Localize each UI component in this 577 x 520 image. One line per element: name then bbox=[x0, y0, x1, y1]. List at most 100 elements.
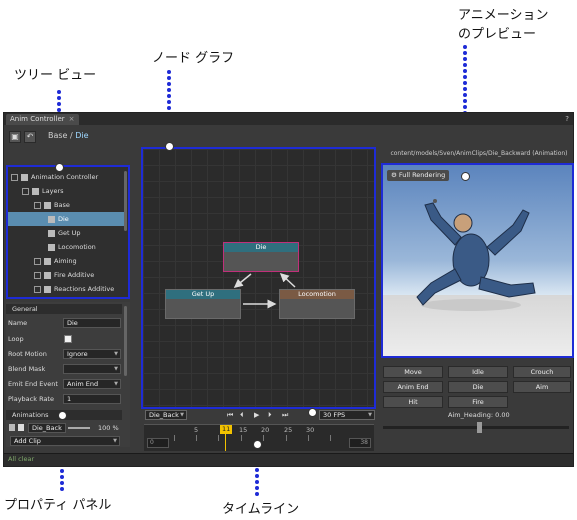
emit-end-value: Anim End bbox=[67, 380, 99, 388]
expand-icon[interactable] bbox=[34, 271, 41, 279]
tree-item-fire-additive[interactable]: Fire Additive bbox=[34, 268, 94, 282]
leader-dot bbox=[463, 99, 467, 103]
anim-controller-window: Anim Controller × ? ▣ ↶ Base / Die Animat… bbox=[3, 112, 574, 467]
root-motion-value: Ignore bbox=[67, 350, 88, 358]
preview-anchor bbox=[461, 172, 470, 181]
tick-mark bbox=[286, 435, 287, 441]
current-frame-marker[interactable]: 11 bbox=[220, 425, 233, 434]
help-icon[interactable]: ? bbox=[565, 114, 569, 124]
leader-dot bbox=[57, 90, 61, 94]
callout-timeline: タイムライン bbox=[222, 502, 300, 517]
tree-item-locomotion[interactable]: Locomotion bbox=[48, 240, 96, 254]
leader-dot bbox=[57, 102, 61, 106]
tree-scrollbar[interactable] bbox=[124, 171, 127, 231]
transition-die-to-getup[interactable] bbox=[233, 273, 252, 288]
tab-anim-controller[interactable]: Anim Controller × bbox=[6, 114, 79, 125]
root-motion-select[interactable]: Ignore ▼ bbox=[63, 349, 121, 359]
leader-dot bbox=[463, 63, 467, 67]
end-frame-field[interactable]: 38 bbox=[349, 438, 371, 448]
fps-select[interactable]: 30 FPS ▼ bbox=[319, 410, 375, 420]
breadcrumb-root[interactable]: Base bbox=[48, 131, 67, 140]
tree-item-label: Base bbox=[54, 201, 70, 209]
layer-icon bbox=[44, 271, 51, 279]
name-field[interactable]: Die bbox=[63, 318, 121, 328]
action-button-fire[interactable]: Fire bbox=[448, 396, 508, 408]
tree-item-get-up[interactable]: Get Up bbox=[48, 226, 81, 240]
timeline-anchor bbox=[253, 440, 262, 449]
transition-locomotion-to-die[interactable] bbox=[279, 272, 296, 288]
leader-dot bbox=[167, 82, 171, 86]
tick-label: 25 bbox=[284, 426, 293, 434]
collapse-icon[interactable] bbox=[22, 187, 29, 195]
clip-icon bbox=[48, 215, 55, 223]
expand-icon[interactable] bbox=[34, 257, 41, 265]
leader-dot bbox=[463, 45, 467, 49]
callout-node-graph: ノード グラフ bbox=[152, 51, 235, 66]
action-button-hit[interactable]: Hit bbox=[383, 396, 443, 408]
tree-item-aiming[interactable]: Aiming bbox=[34, 254, 77, 268]
tick-mark bbox=[308, 435, 309, 441]
tick-mark bbox=[196, 435, 197, 441]
action-button-move[interactable]: Move bbox=[383, 366, 443, 378]
anim-clip-field[interactable]: Die_Back bbox=[28, 423, 66, 433]
action-button-idle[interactable]: Idle bbox=[448, 366, 508, 378]
tree-item-animation-controller[interactable]: Animation Controller bbox=[11, 170, 98, 184]
fps-select-value: 30 FPS bbox=[323, 411, 346, 419]
loop-checkbox[interactable] bbox=[64, 335, 72, 343]
section-general[interactable]: General bbox=[6, 304, 122, 314]
undo-button[interactable]: ↶ bbox=[24, 131, 36, 143]
tick-label: 15 bbox=[239, 426, 248, 434]
animation-preview-viewport[interactable]: ⚙ Full Rendering bbox=[381, 163, 574, 358]
collapse-icon[interactable] bbox=[34, 201, 41, 209]
add-clip-button[interactable]: Add Clip ▼ bbox=[10, 436, 120, 446]
tree-item-base[interactable]: Base bbox=[34, 198, 70, 212]
collapse-icon[interactable] bbox=[11, 173, 18, 181]
tree-view-panel: Animation Controller Layers Base Die Get… bbox=[6, 165, 130, 299]
skip-start-icon[interactable]: ⏮ bbox=[227, 410, 233, 420]
aim-heading-thumb[interactable] bbox=[477, 422, 482, 433]
tree-item-reactions-additive[interactable]: Reactions Additive bbox=[34, 282, 114, 296]
character-figure bbox=[416, 199, 536, 311]
tree-item-die[interactable]: Die bbox=[8, 212, 127, 226]
playhead-line bbox=[225, 434, 226, 451]
playback-rate-field[interactable]: 1 bbox=[63, 394, 121, 404]
leader-dot bbox=[167, 94, 171, 98]
leader-dot bbox=[255, 474, 259, 478]
chevron-down-icon: ▼ bbox=[114, 351, 118, 357]
aim-heading-slider[interactable] bbox=[383, 426, 569, 429]
action-button-aim[interactable]: Aim bbox=[513, 381, 571, 393]
step-forward-icon[interactable]: ⏵ bbox=[268, 410, 272, 420]
aim-heading-label: Aim_Heading: 0.00 bbox=[448, 411, 510, 419]
leader-dot bbox=[57, 96, 61, 100]
breadcrumb-current: Die bbox=[75, 131, 89, 140]
anim-weight-slider[interactable] bbox=[68, 427, 90, 429]
expand-icon[interactable] bbox=[34, 285, 41, 293]
root-motion-label: Root Motion bbox=[8, 350, 47, 358]
layer-icon bbox=[44, 285, 51, 293]
callout-tree-view: ツリー ビュー bbox=[14, 68, 97, 83]
clip-select[interactable]: Die_Back ▼ bbox=[145, 410, 187, 420]
props-scrollbar[interactable] bbox=[124, 306, 127, 376]
preview-path: content/models/Sven/AnimClips/Die_Backwa… bbox=[390, 150, 568, 157]
tick-mark bbox=[174, 435, 175, 441]
leader-dot bbox=[60, 487, 64, 491]
delete-clip-icon[interactable] bbox=[9, 424, 15, 431]
play-icon[interactable]: ▶ bbox=[254, 410, 259, 420]
start-frame-field[interactable]: 0 bbox=[147, 438, 169, 448]
tab-close-icon[interactable]: × bbox=[69, 115, 75, 123]
skip-end-icon[interactable]: ⏭ bbox=[282, 410, 288, 420]
save-button[interactable]: ▣ bbox=[9, 131, 21, 143]
blend-mask-select[interactable]: ▼ bbox=[63, 364, 121, 374]
tab-title: Anim Controller bbox=[10, 115, 65, 123]
tree-item-layers[interactable]: Layers bbox=[22, 184, 64, 198]
property-panel: General Name Die Loop Root Motion Ignore… bbox=[6, 302, 130, 447]
emit-end-select[interactable]: Anim End ▼ bbox=[63, 379, 121, 389]
action-button-anim-end[interactable]: Anim End bbox=[383, 381, 443, 393]
callout-property-panel: プロパティ パネル bbox=[4, 498, 112, 513]
node-graph-panel[interactable]: Die Get Up Locomotion bbox=[141, 147, 376, 409]
action-button-crouch[interactable]: Crouch bbox=[513, 366, 571, 378]
clip-select-value: Die_Back bbox=[149, 411, 179, 419]
action-button-die[interactable]: Die bbox=[448, 381, 508, 393]
leader-dot bbox=[167, 76, 171, 80]
step-back-icon[interactable]: ⏴ bbox=[240, 410, 244, 420]
